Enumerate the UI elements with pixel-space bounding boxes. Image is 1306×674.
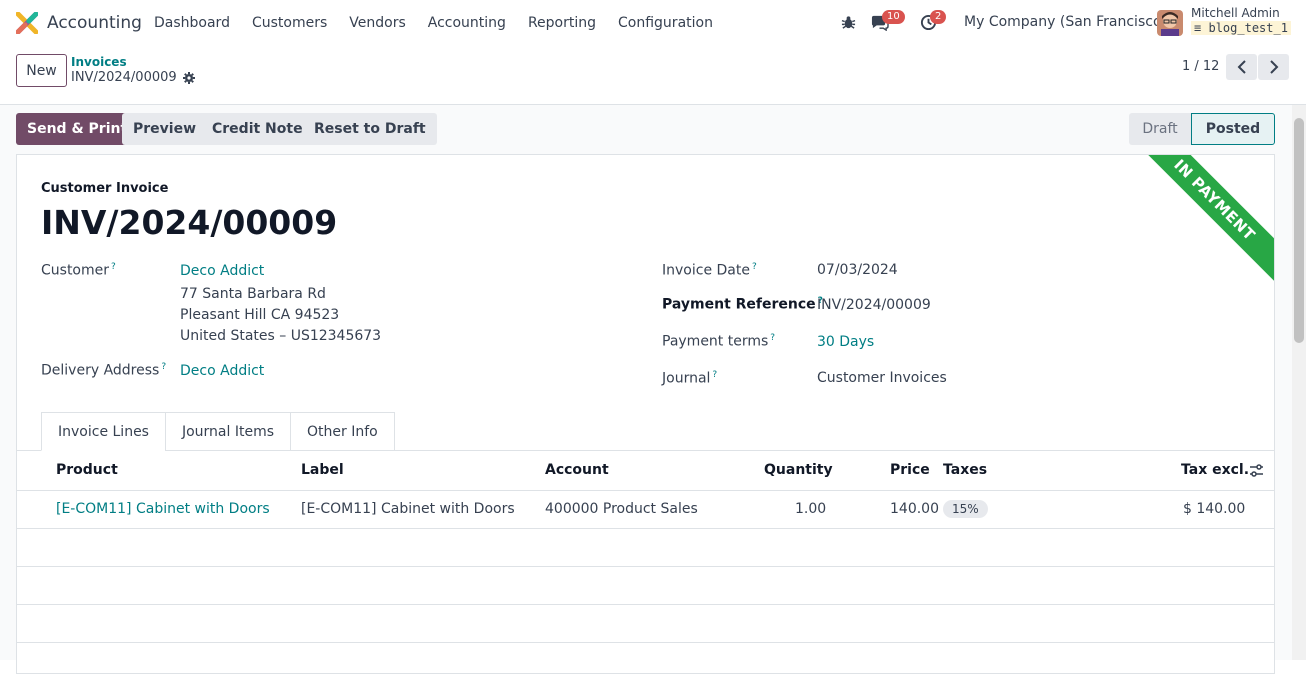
payment-reference-value[interactable]: INV/2024/00009: [817, 297, 931, 313]
help-icon[interactable]: ?: [111, 262, 116, 272]
bug-icon[interactable]: [841, 15, 856, 30]
status-posted: Posted: [1191, 113, 1275, 145]
chevron-right-icon: [1269, 60, 1278, 74]
activity-count-badge: 2: [930, 10, 947, 24]
tab-invoice-lines[interactable]: Invoice Lines: [41, 412, 166, 451]
notebook-tabs: Invoice Lines Journal Items Other Info: [41, 412, 395, 451]
column-account[interactable]: Account: [545, 462, 609, 478]
chevron-left-icon: [1237, 60, 1246, 74]
menu-accounting[interactable]: Accounting: [417, 0, 517, 46]
customer-link[interactable]: Deco Addict: [180, 263, 264, 279]
help-icon[interactable]: ?: [712, 370, 717, 380]
row-label[interactable]: [E-COM11] Cabinet with Doors: [301, 501, 515, 517]
menu-customers[interactable]: Customers: [241, 0, 338, 46]
column-settings-icon[interactable]: [1249, 463, 1264, 478]
menu-dashboard[interactable]: Dashboard: [143, 0, 241, 46]
row-divider: [17, 566, 1274, 567]
main-menu: Dashboard Customers Vendors Accounting R…: [143, 0, 724, 46]
company-switcher[interactable]: My Company (San Francisco): [964, 14, 1167, 30]
row-divider: [17, 604, 1274, 605]
tab-other-info[interactable]: Other Info: [290, 412, 395, 451]
preview-button[interactable]: Preview: [122, 113, 208, 145]
scrollbar-thumb[interactable]: [1294, 118, 1304, 343]
row-quantity[interactable]: 1.00: [795, 501, 826, 517]
journal-label: Journal?: [662, 370, 718, 387]
row-tax-badge[interactable]: 15%: [943, 500, 988, 518]
tab-journal-items[interactable]: Journal Items: [164, 412, 292, 451]
help-icon[interactable]: ?: [161, 362, 166, 372]
send-print-button[interactable]: Send & Print: [16, 113, 139, 145]
address-line-2: Pleasant Hill CA 94523: [180, 307, 340, 323]
journal-value[interactable]: Customer Invoices: [817, 370, 947, 386]
column-price[interactable]: Price: [890, 462, 930, 478]
delivery-address-link[interactable]: Deco Addict: [180, 363, 264, 379]
user-avatar[interactable]: [1157, 10, 1183, 36]
row-divider: [17, 642, 1274, 643]
pager-value[interactable]: 1 / 12: [1182, 59, 1219, 74]
in-payment-ribbon: IN PAYMENT: [1131, 155, 1274, 284]
column-quantity[interactable]: Quantity: [764, 462, 833, 478]
database-name: ≡ blog_test_1: [1191, 21, 1291, 35]
row-price[interactable]: 140.00: [890, 501, 939, 517]
column-tax-excl[interactable]: Tax excl.: [1181, 462, 1249, 478]
chat-count-badge: 10: [882, 10, 905, 24]
invoice-sheet: IN PAYMENT Customer Invoice INV/2024/000…: [16, 154, 1275, 674]
reset-to-draft-button[interactable]: Reset to Draft: [303, 113, 437, 145]
invoice-date-label: Invoice Date?: [662, 262, 757, 279]
payment-terms-label: Payment terms?: [662, 333, 776, 350]
new-button[interactable]: New: [16, 54, 67, 87]
row-divider: [17, 528, 1274, 529]
menu-reporting[interactable]: Reporting: [517, 0, 607, 46]
document-type: Customer Invoice: [41, 181, 169, 196]
column-label[interactable]: Label: [301, 462, 344, 478]
address-line-1: 77 Santa Barbara Rd: [180, 286, 326, 302]
pager-next-button[interactable]: [1258, 54, 1289, 80]
database-icon: ≡: [1194, 21, 1202, 35]
credit-note-button[interactable]: Credit Note: [201, 113, 314, 145]
help-icon[interactable]: ?: [770, 333, 775, 343]
breadcrumb-invoices[interactable]: Invoices: [71, 55, 127, 69]
app-name[interactable]: Accounting: [47, 13, 142, 33]
menu-configuration[interactable]: Configuration: [607, 0, 724, 46]
row-product[interactable]: [E-COM11] Cabinet with Doors: [56, 501, 270, 517]
top-navbar: Accounting Dashboard Customers Vendors A…: [0, 0, 1306, 46]
help-icon[interactable]: ?: [752, 262, 757, 272]
menu-vendors[interactable]: Vendors: [338, 0, 416, 46]
column-taxes[interactable]: Taxes: [943, 462, 987, 478]
address-line-3: United States – US12345673: [180, 328, 382, 344]
invoice-date-value[interactable]: 07/03/2024: [817, 262, 898, 278]
user-name[interactable]: Mitchell Admin: [1191, 6, 1280, 20]
row-tax-excl: $ 140.00: [1183, 501, 1246, 517]
pager-previous-button[interactable]: [1226, 54, 1257, 80]
column-product[interactable]: Product: [56, 462, 118, 478]
accounting-app-icon[interactable]: [16, 12, 38, 34]
payment-terms-link[interactable]: 30 Days: [817, 334, 874, 350]
customer-label: Customer?: [41, 262, 116, 279]
breadcrumb-current: INV/2024/00009: [71, 70, 177, 85]
row-account[interactable]: 400000 Product Sales: [545, 501, 698, 517]
payment-reference-label: Payment Reference?: [662, 296, 823, 313]
delivery-address-label: Delivery Address?: [41, 362, 167, 379]
status-draft[interactable]: Draft: [1129, 113, 1191, 145]
table-header-divider: [17, 490, 1274, 491]
gear-icon[interactable]: [183, 72, 195, 84]
invoice-number: INV/2024/00009: [41, 203, 338, 242]
